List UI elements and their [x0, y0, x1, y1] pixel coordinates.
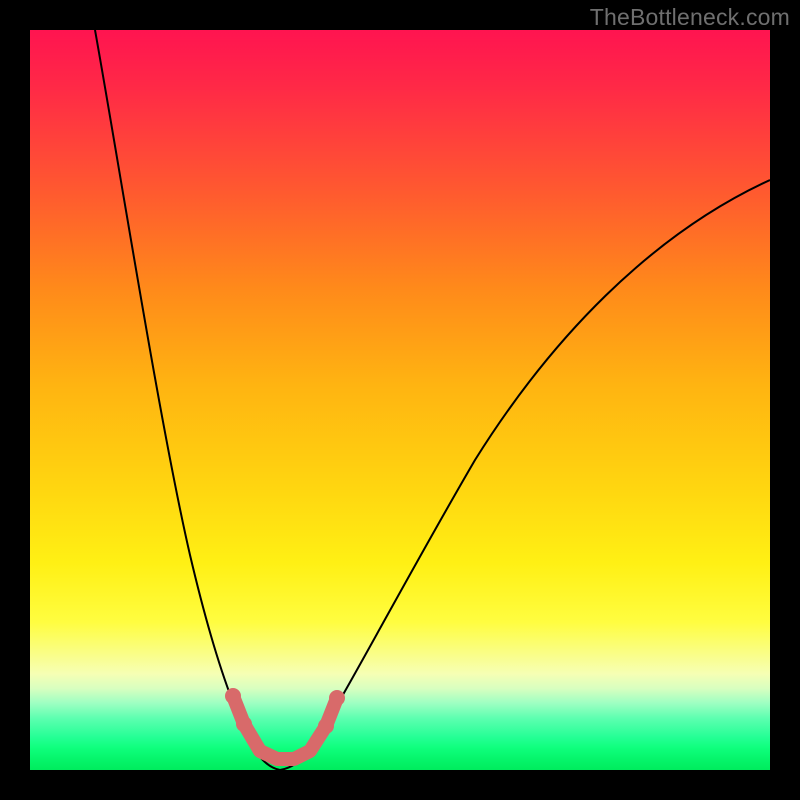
marker-dot-right-lower [318, 718, 334, 734]
chart-svg [30, 30, 770, 770]
plot-area [30, 30, 770, 770]
marker-dot-left-lower [236, 716, 252, 732]
marker-dot-right-upper [329, 690, 345, 706]
watermark-text: TheBottleneck.com [590, 4, 790, 31]
chart-frame: TheBottleneck.com [0, 0, 800, 800]
left-curve [95, 30, 280, 770]
right-curve [280, 180, 770, 770]
marker-dot-left-upper [225, 688, 241, 704]
